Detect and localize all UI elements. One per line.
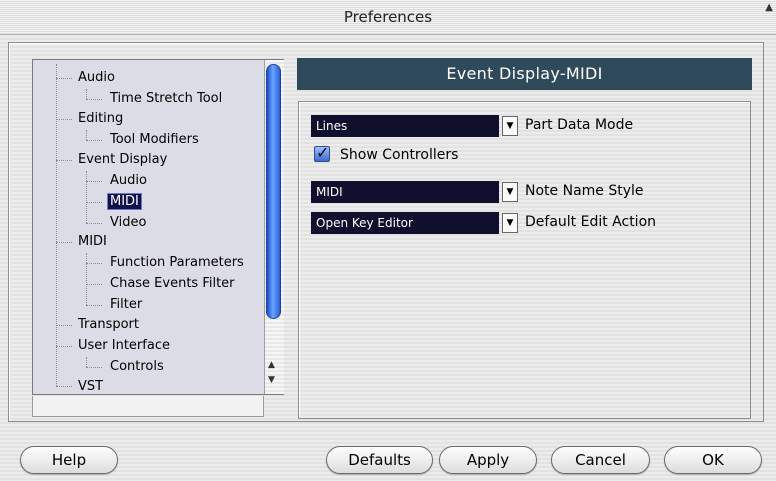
- tree-connector: [86, 367, 102, 368]
- tree-connector: [86, 202, 102, 203]
- tree-connector: [86, 263, 102, 264]
- note-name-style-dropdown[interactable]: MIDI: [311, 181, 499, 203]
- tree-item-audio[interactable]: Audio: [78, 69, 115, 87]
- tree-connector: [56, 78, 72, 79]
- tree-item-label: User Interface: [78, 338, 170, 353]
- tree-item-video[interactable]: Video: [110, 214, 146, 232]
- checkmark-icon: ✓: [316, 143, 330, 162]
- tree-connector: [56, 346, 72, 347]
- tree-connector: [56, 242, 72, 243]
- scroll-up-arrow-icon[interactable]: ▲: [268, 360, 275, 370]
- panel-header: Event Display-MIDI: [297, 58, 752, 90]
- default-edit-action-dropdown[interactable]: Open Key Editor: [311, 212, 499, 234]
- tree-item-label: Controls: [110, 359, 164, 374]
- tree-item-filter[interactable]: Filter: [110, 296, 142, 314]
- chevron-down-icon[interactable]: ▼: [502, 213, 518, 233]
- tree-connector: [86, 99, 102, 100]
- title-bar: Preferences ▲: [0, 0, 776, 35]
- tree-item-label: Event Display: [78, 152, 168, 167]
- tree-connector: [86, 181, 102, 182]
- tree-item-midi[interactable]: MIDI: [78, 233, 107, 251]
- tree-connector: [86, 253, 87, 305]
- scroll-down-arrow-icon[interactable]: ▼: [268, 375, 275, 385]
- tree-connector: [86, 130, 87, 140]
- tree-item-editing[interactable]: Editing: [78, 110, 123, 128]
- tree-item-label: MIDI: [78, 234, 107, 249]
- tree-connector: [56, 64, 57, 386]
- part-data-mode-label: Part Data Mode: [525, 117, 634, 133]
- tree-item-label: Chase Events Filter: [110, 276, 235, 291]
- tree-item-tool-modifiers[interactable]: Tool Modifiers: [110, 131, 199, 149]
- tree-item-label: VST: [78, 379, 104, 394]
- ok-button[interactable]: OK: [664, 446, 762, 474]
- tree-item-label: Audio: [110, 173, 147, 188]
- tree-item-label: Time Stretch Tool: [110, 91, 223, 106]
- apply-button[interactable]: Apply: [439, 446, 537, 474]
- tree-item-controls[interactable]: Controls: [110, 358, 164, 376]
- tree-item-vst[interactable]: VST: [78, 378, 103, 396]
- tree-connector: [86, 357, 87, 367]
- tree-item-label: Editing: [78, 111, 124, 126]
- tree-item-function-parameters[interactable]: Function Parameters: [110, 254, 244, 272]
- tree-connector: [86, 223, 102, 224]
- default-edit-action-label: Default Edit Action: [525, 214, 657, 230]
- tree-footer: [32, 396, 264, 417]
- tree-connector: [86, 171, 87, 223]
- window-title: Preferences: [343, 8, 433, 26]
- tree-connector: [56, 160, 72, 161]
- tree-item-event-display[interactable]: Event Display: [78, 151, 167, 169]
- part-data-mode-dropdown[interactable]: Lines: [311, 115, 499, 137]
- defaults-button[interactable]: Defaults: [326, 446, 433, 474]
- tree-item-event-display-audio[interactable]: Audio: [110, 172, 147, 190]
- tree-item-label: MIDI: [107, 193, 142, 210]
- tree-item-event-display-midi[interactable]: MIDI: [107, 193, 142, 211]
- tree-connector: [56, 325, 72, 326]
- show-controllers-checkbox[interactable]: ✓: [314, 143, 330, 162]
- tree-item-label: Function Parameters: [110, 255, 244, 270]
- tree-item-user-interface[interactable]: User Interface: [78, 337, 170, 355]
- tree-item-label: Video: [110, 215, 147, 230]
- help-button[interactable]: Help: [20, 446, 118, 474]
- cancel-button[interactable]: Cancel: [551, 446, 650, 474]
- tree-item-transport[interactable]: Transport: [78, 316, 139, 334]
- tree-connector: [86, 89, 87, 99]
- tree-connector: [86, 140, 102, 141]
- tree-connector: [56, 386, 72, 387]
- tree-connector: [86, 284, 102, 285]
- tree-item-label: Audio: [78, 70, 115, 85]
- tree-item-label: Filter: [110, 297, 143, 312]
- show-controllers-label: Show Controllers: [340, 147, 459, 163]
- window-corner-icon[interactable]: ▲: [765, 2, 773, 13]
- tree-item-time-stretch-tool[interactable]: Time Stretch Tool: [110, 90, 222, 108]
- chevron-down-icon[interactable]: ▼: [502, 182, 518, 202]
- tree-connector: [86, 305, 102, 306]
- chevron-down-icon[interactable]: ▼: [502, 116, 518, 136]
- tree-item-label: Tool Modifiers: [110, 132, 199, 147]
- tree-item-chase-events-filter[interactable]: Chase Events Filter: [110, 275, 235, 293]
- tree-item-label: Transport: [78, 317, 140, 332]
- note-name-style-label: Note Name Style: [525, 183, 644, 199]
- tree-connector: [56, 119, 72, 120]
- tree-scroll-thumb[interactable]: [266, 64, 281, 319]
